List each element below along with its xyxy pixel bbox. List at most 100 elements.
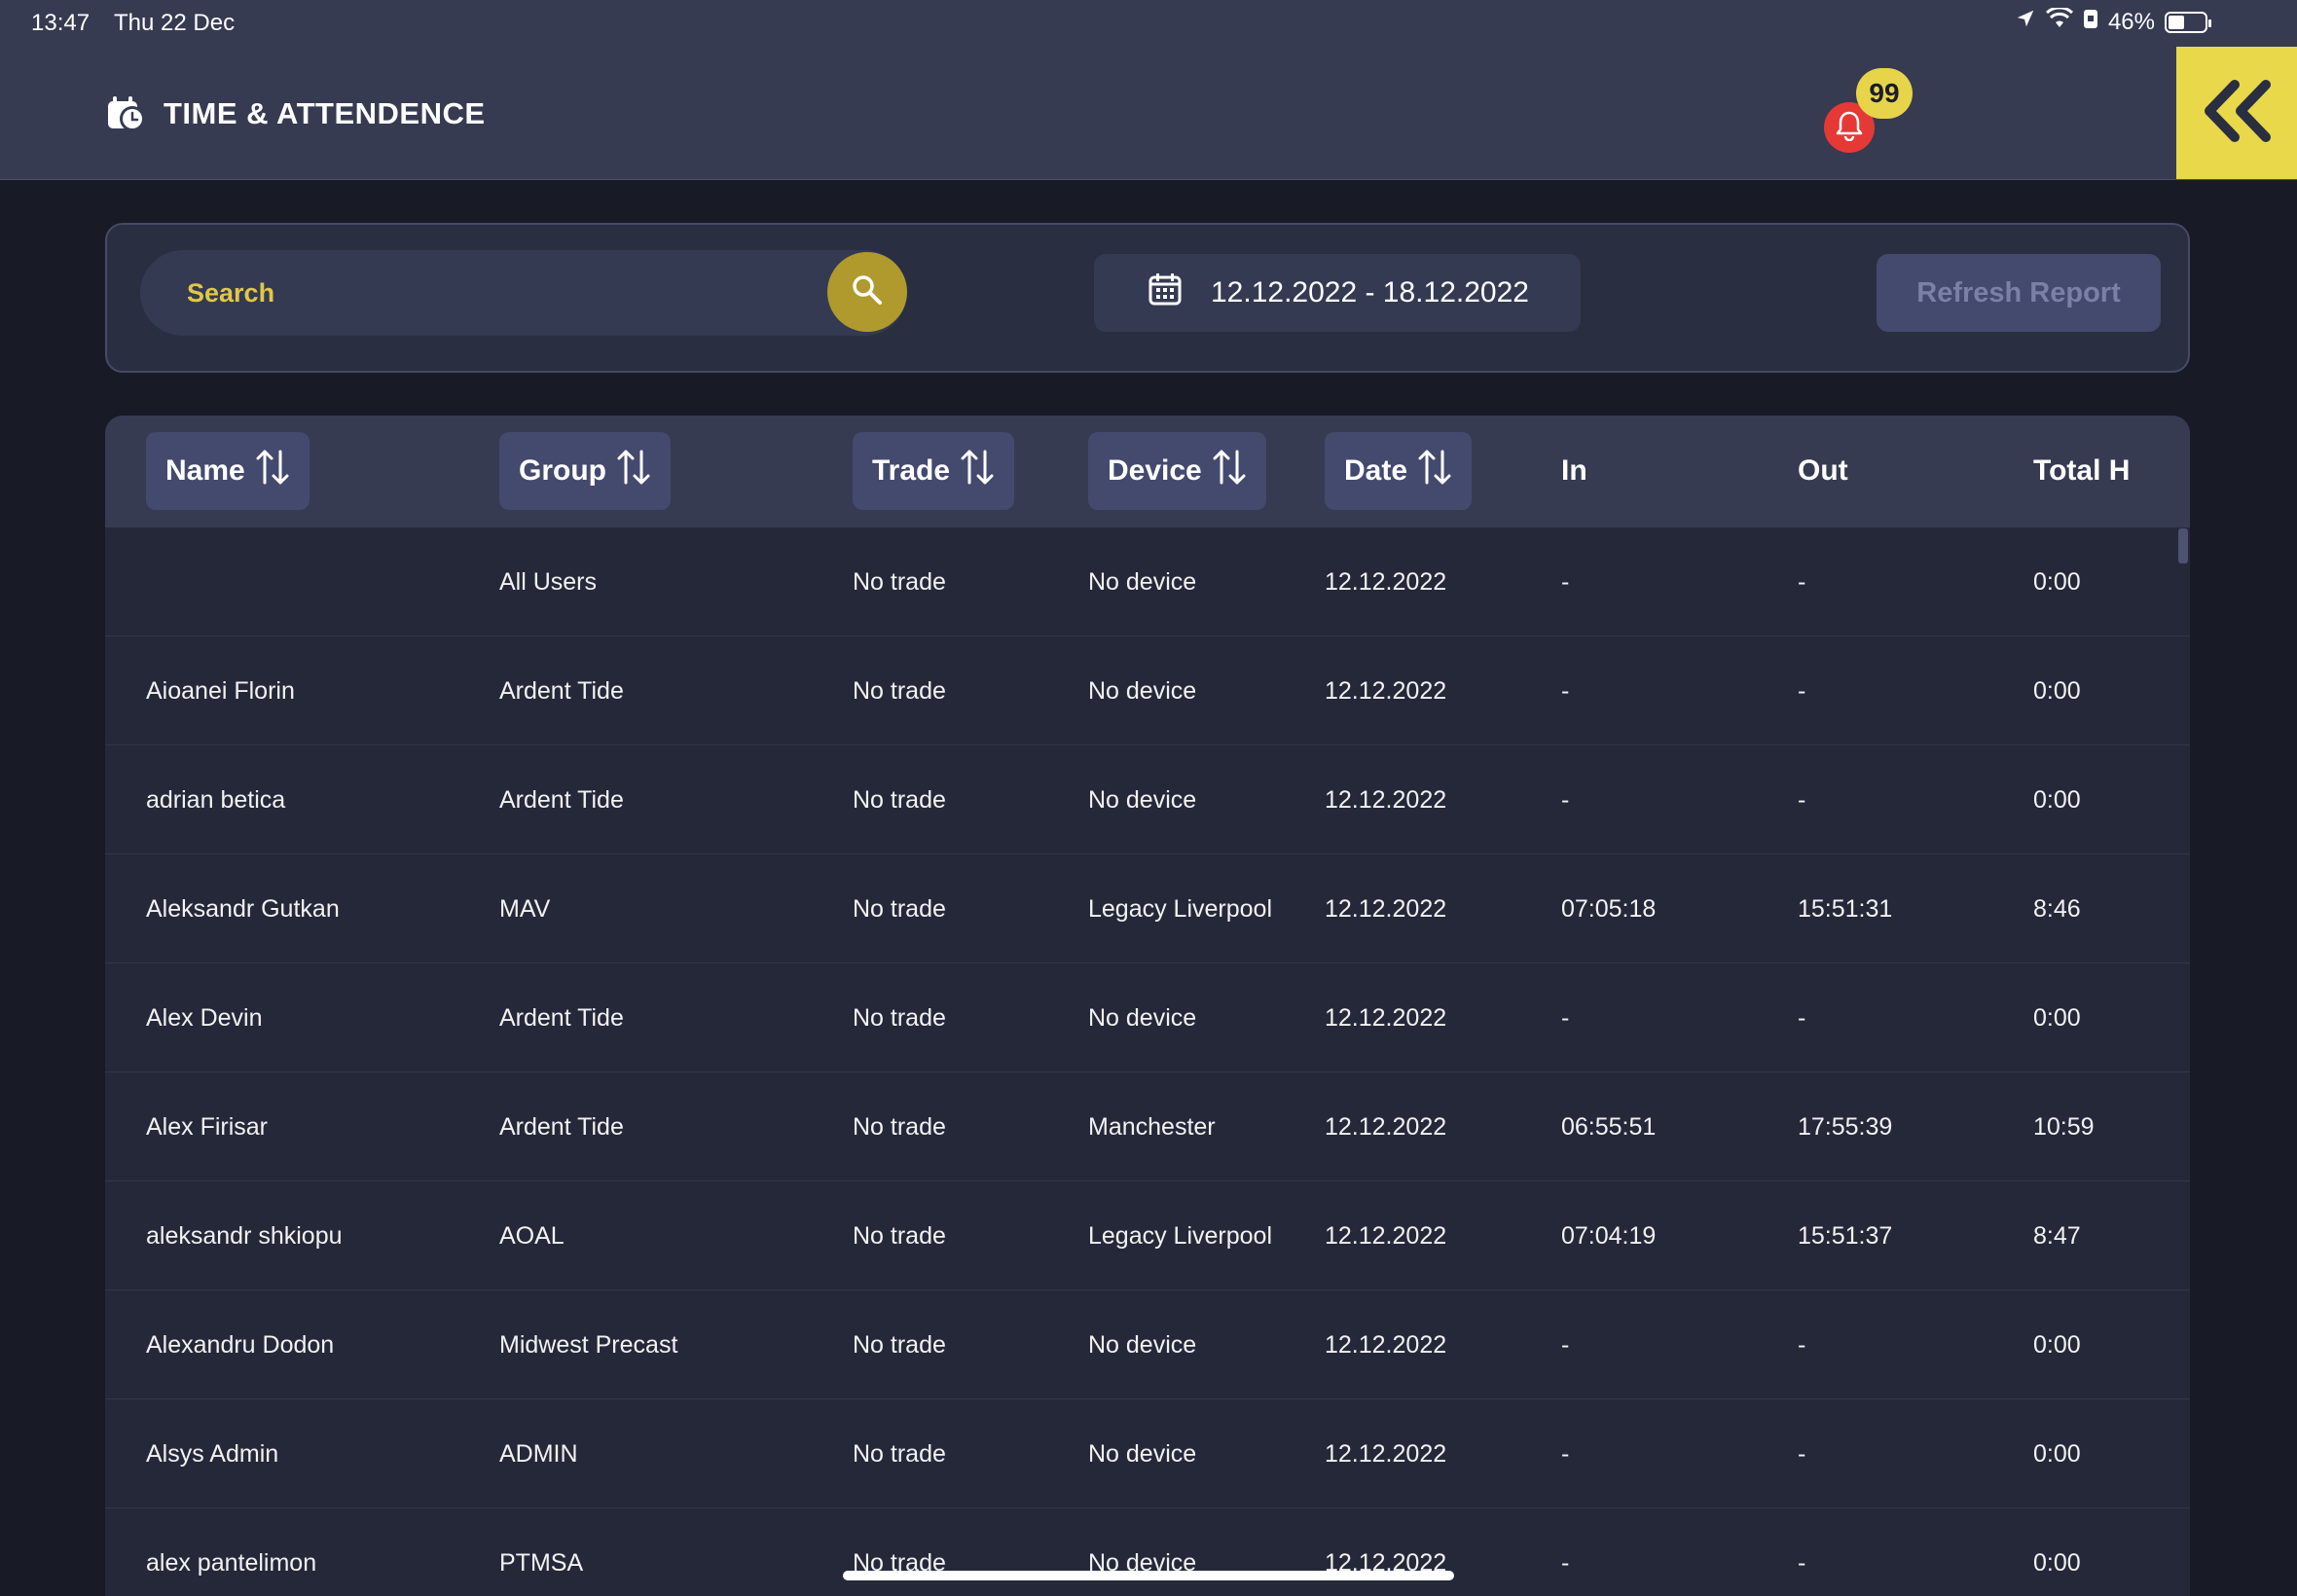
cell-trade: No trade	[853, 1221, 946, 1250]
column-header-name[interactable]: Name	[146, 432, 310, 510]
sort-icon	[1212, 448, 1247, 494]
cell-in: -	[1561, 1439, 1570, 1468]
cell-trade: No trade	[853, 1330, 946, 1359]
cell-device: No device	[1088, 785, 1197, 814]
table-row[interactable]: Alex Devin Ardent Tide No trade No device 12…	[105, 963, 2190, 1072]
cell-name: Alex Devin	[146, 1003, 263, 1032]
cell-date: 12.12.2022	[1325, 1003, 1447, 1032]
collapse-icon	[2198, 77, 2276, 150]
cell-in: 06:55:51	[1561, 1112, 1657, 1141]
cell-name: Alsys Admin	[146, 1439, 279, 1468]
cell-group: Midwest Precast	[499, 1330, 678, 1359]
column-header-label: Device	[1108, 454, 1202, 487]
table-row[interactable]: Alex Firisar Ardent Tide No trade Mancheste…	[105, 1072, 2190, 1181]
calendar-icon	[1148, 272, 1182, 313]
cell-total-hours: 0:00	[2033, 567, 2081, 596]
page-title: TIME & ATTENDENCE	[164, 96, 486, 130]
filter-panel: 12.12.2022 - 18.12.2022 Refresh Report	[105, 223, 2190, 373]
collapse-panel-button[interactable]	[2176, 47, 2297, 179]
column-header-trade[interactable]: Trade	[853, 432, 1015, 510]
table-row[interactable]: Alexandru Dodon Midwest Precast No trade No…	[105, 1290, 2190, 1399]
column-header-date[interactable]: Date	[1325, 432, 1473, 510]
cell-trade: No trade	[853, 1439, 946, 1468]
cell-date: 12.12.2022	[1325, 1112, 1447, 1141]
cell-total-hours: 0:00	[2033, 1003, 2081, 1032]
cell-date: 12.12.2022	[1325, 1221, 1447, 1250]
cell-trade: No trade	[853, 1112, 946, 1141]
table-row[interactable]: adrian betica Ardent Tide No trade No devic…	[105, 745, 2190, 854]
table-header: Name Group Trade Device Date In Out Tota…	[105, 416, 2190, 527]
table-row[interactable]: All Users No trade No device 12.12.2022 - - 0:…	[105, 527, 2190, 636]
sort-icon	[255, 448, 290, 494]
cell-device: No device	[1088, 676, 1197, 705]
notification-count-badge: 99	[1856, 68, 1913, 119]
date-range-picker[interactable]: 12.12.2022 - 18.12.2022	[1094, 254, 1581, 332]
cell-total-hours: 10:59	[2033, 1112, 2095, 1141]
column-header-device[interactable]: Device	[1088, 432, 1266, 510]
cell-device: Legacy Liverpool	[1088, 1221, 1273, 1250]
cell-group: ADMIN	[499, 1439, 578, 1468]
cell-date: 12.12.2022	[1325, 1330, 1447, 1359]
status-indicators: 46%	[2015, 6, 2211, 36]
cell-group: MAV	[499, 894, 551, 923]
cell-out: 15:51:37	[1798, 1221, 1893, 1250]
cell-total-hours: 0:00	[2033, 1548, 2081, 1577]
cell-in: 07:04:19	[1561, 1221, 1657, 1250]
home-indicator[interactable]	[843, 1571, 1454, 1580]
cell-date: 12.12.2022	[1325, 785, 1447, 814]
column-header-label: Trade	[872, 454, 951, 487]
table-row[interactable]: alex pantelimon PTMSA No trade No device 12.…	[105, 1508, 2190, 1596]
cell-device: Manchester	[1088, 1112, 1216, 1141]
cell-device: No device	[1088, 1439, 1197, 1468]
cell-date: 12.12.2022	[1325, 1548, 1447, 1577]
cell-date: 12.12.2022	[1325, 567, 1447, 596]
bell-icon	[1835, 110, 1864, 146]
search-box	[140, 250, 907, 336]
table-row[interactable]: Aleksandr Gutkan MAV No trade Legacy Liverp…	[105, 854, 2190, 963]
cell-trade: No trade	[853, 1003, 946, 1032]
cell-trade: No trade	[853, 785, 946, 814]
cell-name: alex pantelimon	[146, 1548, 317, 1577]
battery-icon	[2165, 11, 2211, 33]
cell-out: -	[1798, 1439, 1806, 1468]
cell-total-hours: 0:00	[2033, 785, 2081, 814]
cell-name: Aioanei Florin	[146, 676, 295, 705]
cell-group: PTMSA	[499, 1548, 584, 1577]
sort-icon	[616, 448, 651, 494]
cell-name: Aleksandr Gutkan	[146, 894, 340, 923]
cell-trade: No trade	[853, 567, 946, 596]
cell-device: No device	[1088, 567, 1197, 596]
cell-name: Alex Firisar	[146, 1112, 269, 1141]
column-header-out: Out	[1798, 454, 1848, 487]
column-header-group[interactable]: Group	[499, 432, 671, 510]
table-body: All Users No trade No device 12.12.2022 - - 0:…	[105, 527, 2190, 1596]
search-icon	[851, 273, 884, 311]
status-date: Thu 22 Dec	[114, 10, 236, 36]
cell-total-hours: 0:00	[2033, 676, 2081, 705]
table-row[interactable]: aleksandr shkiopu AOAL No trade Legacy Live…	[105, 1181, 2190, 1290]
cell-total-hours: 8:46	[2033, 894, 2081, 923]
table-row[interactable]: Aioanei Florin Ardent Tide No trade No devi…	[105, 636, 2190, 745]
search-button[interactable]	[827, 252, 907, 332]
cell-group: Ardent Tide	[499, 785, 624, 814]
column-header-total-hours: Total H	[2033, 454, 2131, 487]
location-icon	[2015, 8, 2036, 36]
cell-out: 15:51:31	[1798, 894, 1893, 923]
search-input[interactable]	[187, 250, 790, 336]
cell-out: -	[1798, 567, 1806, 596]
cell-in: -	[1561, 1548, 1570, 1577]
cell-group: Ardent Tide	[499, 1112, 624, 1141]
battery-percent: 46%	[2107, 8, 2155, 35]
table-scrollbar[interactable]	[2178, 528, 2188, 563]
column-header-label: Name	[165, 454, 245, 487]
cell-out: -	[1798, 1548, 1806, 1577]
cell-total-hours: 0:00	[2033, 1330, 2081, 1359]
sort-icon	[960, 448, 995, 494]
cell-out: 17:55:39	[1798, 1112, 1893, 1141]
table-row[interactable]: Alsys Admin ADMIN No trade No device 12.12.2…	[105, 1399, 2190, 1508]
attendance-table: Name Group Trade Device Date In Out Tota…	[105, 416, 2190, 1596]
status-bar: 13:47 Thu 22 Dec 46%	[0, 0, 2297, 47]
cell-date: 12.12.2022	[1325, 1439, 1447, 1468]
lock-rotation-icon	[2083, 8, 2098, 36]
refresh-report-button[interactable]: Refresh Report	[1877, 254, 2161, 332]
